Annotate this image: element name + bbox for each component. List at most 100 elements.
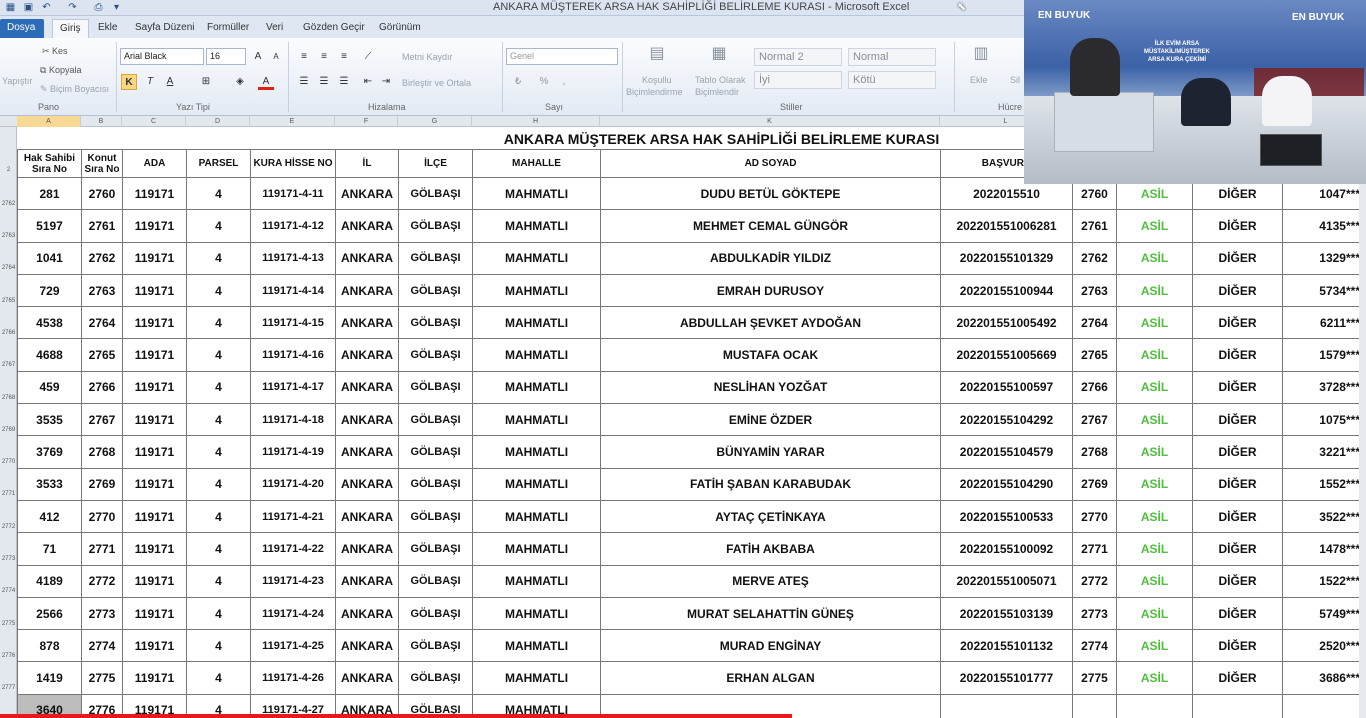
cell-il[interactable]: ANKARA	[335, 661, 399, 695]
format-painter-button[interactable]: ✎ Biçim Boyacısı	[40, 84, 109, 95]
cell-konut-no[interactable]: 2768	[1072, 435, 1117, 469]
header-mahalle[interactable]: MAHALLE	[472, 149, 601, 178]
cell-basvuru[interactable]: 20220155100944	[940, 273, 1073, 308]
cell-ad-soyad[interactable]: MEHMET CEMAL GÜNGÖR	[600, 209, 941, 243]
align-left-icon[interactable]: ☰	[296, 74, 312, 90]
cell-konut-no[interactable]: 2774	[1072, 629, 1117, 663]
cell-parsel[interactable]: 4	[186, 499, 251, 534]
cell-kura-hisse[interactable]: 119171-4-14	[250, 273, 336, 308]
cell-konut-sira[interactable]: 2771	[81, 532, 123, 566]
tab-file[interactable]: Dosya	[0, 19, 44, 38]
cell-kura-hisse[interactable]: 119171-4-26	[250, 661, 336, 695]
cell-tc[interactable]: 3686***	[1282, 661, 1363, 695]
cell-il[interactable]: ANKARA	[335, 306, 399, 340]
cell-ilce[interactable]: GÖLBAŞI	[398, 661, 473, 695]
header-ilce[interactable]: İLÇE	[398, 149, 473, 178]
cell-ada[interactable]: 119171	[122, 596, 187, 631]
cell-tur[interactable]: DİĞER	[1192, 532, 1283, 566]
cell-mahalle[interactable]: MAHMATLI	[472, 241, 601, 275]
cell-ada[interactable]: 119171	[122, 273, 187, 308]
cell-konut-no[interactable]: 2767	[1072, 403, 1117, 437]
row-number[interactable]: 2774	[0, 588, 17, 594]
cell-basvuru[interactable]: 202201551005071	[940, 564, 1073, 598]
cell-parsel[interactable]: 4	[186, 403, 251, 437]
cell-tc[interactable]	[1282, 693, 1363, 718]
cell-kura-hisse[interactable]: 119171-4-19	[250, 435, 336, 469]
format-table-label-1[interactable]: Tablo Olarak	[695, 75, 746, 85]
tab-review[interactable]: Gözden Geçir	[296, 19, 372, 38]
cell-tur[interactable]: DİĞER	[1192, 499, 1283, 534]
cell-tc[interactable]: 3522***	[1282, 499, 1363, 534]
cell-ad-soyad[interactable]: FATİH ŞABAN KARABUDAK	[600, 467, 941, 501]
header-konut[interactable]: Konut Sıra No	[81, 149, 123, 178]
comma-icon[interactable]: ,	[556, 74, 572, 90]
cell-parsel[interactable]: 4	[186, 241, 251, 275]
cell-kura-hisse[interactable]: 119171-4-25	[250, 629, 336, 663]
currency-icon[interactable]: ₺	[510, 74, 526, 90]
cell-il[interactable]: ANKARA	[335, 435, 399, 469]
cell-ada[interactable]: 119171	[122, 467, 187, 501]
borders-icon[interactable]: ⊞	[198, 74, 214, 90]
cell-il[interactable]: ANKARA	[335, 209, 399, 243]
cell-mahalle[interactable]: MAHMATLI	[472, 629, 601, 663]
header-ad-soyad[interactable]: AD SOYAD	[600, 149, 941, 178]
paste-button[interactable]: Yapıştır	[2, 76, 32, 86]
cell-ada[interactable]: 119171	[122, 403, 187, 437]
cell-parsel[interactable]: 4	[186, 467, 251, 501]
cell-il[interactable]: ANKARA	[335, 596, 399, 631]
redo-icon[interactable]: ↷	[66, 1, 79, 14]
cell-kura-hisse[interactable]: 119171-4-21	[250, 499, 336, 534]
cell-konut-no[interactable]: 2775	[1072, 661, 1117, 695]
cell-tur[interactable]	[1192, 693, 1283, 718]
cell-parsel[interactable]: 4	[186, 661, 251, 695]
cell-ilce[interactable]: GÖLBAŞI	[398, 629, 473, 663]
column-c[interactable]: C	[122, 116, 186, 127]
cell-kura-hisse[interactable]: 119171-4-16	[250, 338, 336, 372]
cell-konut-sira[interactable]: 2765	[81, 338, 123, 372]
style-iyi[interactable]: İyi	[754, 71, 842, 89]
cell-basvuru[interactable]: 20220155101777	[940, 661, 1073, 695]
column-k[interactable]: K	[600, 116, 940, 127]
cell-konut-sira[interactable]: 2763	[81, 273, 123, 308]
cell-ilce[interactable]: GÖLBAŞI	[398, 467, 473, 501]
row-number[interactable]: 2763	[0, 233, 17, 239]
cell-basvuru[interactable]: 20220155104292	[940, 403, 1073, 437]
cell-ilce[interactable]: GÖLBAŞI	[398, 338, 473, 372]
cell-konut-sira[interactable]: 2775	[81, 661, 123, 695]
cell-tc[interactable]: 6211***	[1282, 306, 1363, 340]
cell-parsel[interactable]: 4	[186, 338, 251, 372]
cell-basvuru[interactable]: 20220155100597	[940, 370, 1073, 405]
number-format-select[interactable]: Genel	[506, 48, 618, 65]
align-right-icon[interactable]: ☰	[336, 74, 352, 90]
style-normal[interactable]: Normal	[848, 48, 936, 66]
cell-hak-sahibi[interactable]: 412	[17, 499, 82, 534]
cell-konut-no[interactable]: 2762	[1072, 241, 1117, 275]
cell-ilce[interactable]: GÖLBAŞI	[398, 596, 473, 631]
cell-tc[interactable]: 3221***	[1282, 435, 1363, 469]
row-number[interactable]: 2771	[0, 491, 17, 497]
cell-hak-sahibi[interactable]: 1419	[17, 661, 82, 695]
cell-konut-no[interactable]: 2770	[1072, 499, 1117, 534]
format-table-label-2[interactable]: Biçimlendir	[695, 87, 739, 97]
cell-ada[interactable]: 119171	[122, 241, 187, 275]
cell-mahalle[interactable]: MAHMATLI	[472, 532, 601, 566]
cell-ad-soyad[interactable]: MERVE ATEŞ	[600, 564, 941, 598]
row-number[interactable]: 2770	[0, 459, 17, 465]
grow-font-icon[interactable]: A	[250, 49, 266, 65]
cell-konut-no[interactable]: 2761	[1072, 209, 1117, 243]
cell-konut-sira[interactable]: 2770	[81, 499, 123, 534]
cell-parsel[interactable]: 4	[186, 273, 251, 308]
cell-durum[interactable]	[1116, 693, 1193, 718]
cell-konut-no[interactable]: 2763	[1072, 273, 1117, 308]
copy-button[interactable]: ⧉ Kopyala	[40, 65, 81, 76]
increase-indent-icon[interactable]: ⇥	[378, 74, 394, 90]
row-number[interactable]: 2768	[0, 395, 17, 401]
cell-ada[interactable]: 119171	[122, 564, 187, 598]
column-b[interactable]: B	[81, 116, 122, 127]
cell-kura-hisse[interactable]: 119171-4-24	[250, 596, 336, 631]
cell-ad-soyad[interactable]: ABDULKADİR YILDIZ	[600, 241, 941, 275]
cell-il[interactable]: ANKARA	[335, 564, 399, 598]
cell-durum[interactable]: ASİL	[1116, 241, 1193, 275]
row-number[interactable]: 2764	[0, 265, 17, 271]
cell-konut-sira[interactable]: 2764	[81, 306, 123, 340]
